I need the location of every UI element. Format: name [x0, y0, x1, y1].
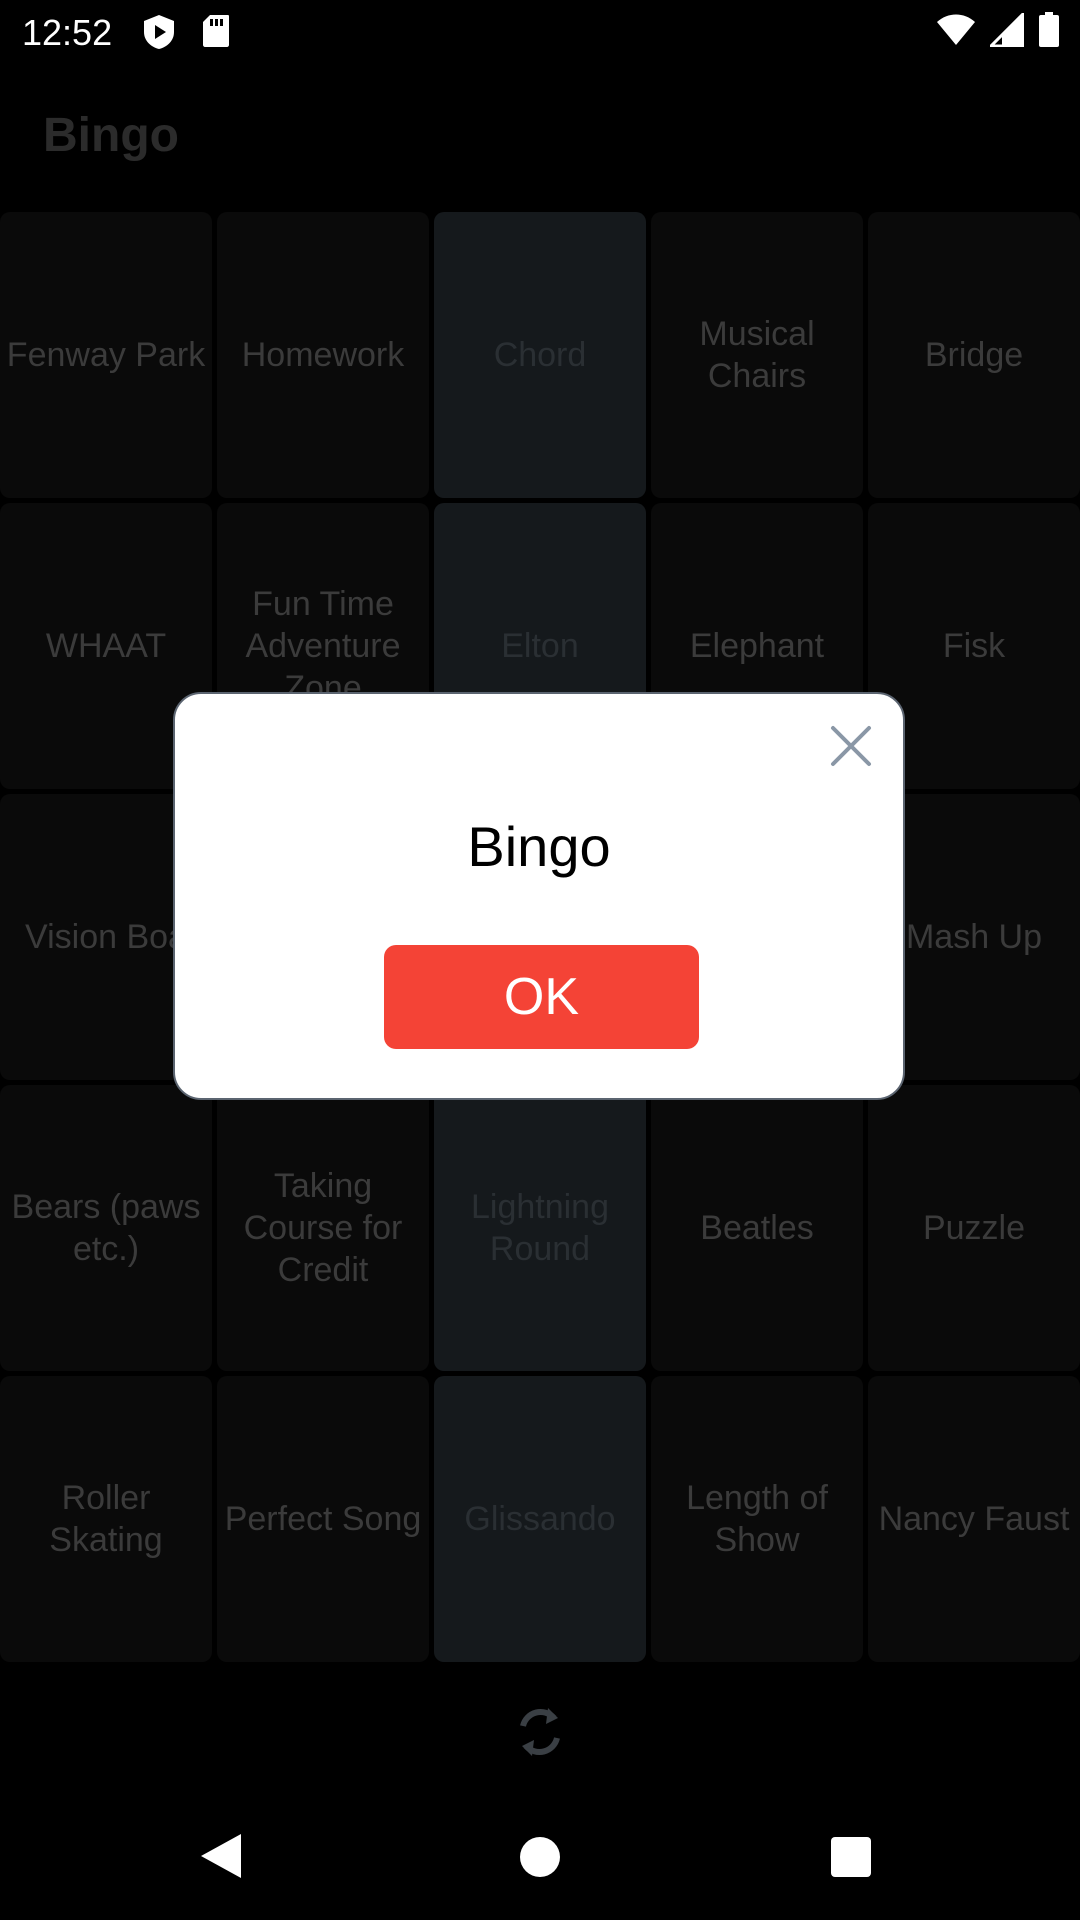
bingo-dialog: Bingo OK [173, 692, 905, 1100]
ok-button[interactable]: OK [384, 945, 699, 1049]
dialog-title: Bingo [467, 815, 611, 878]
close-icon[interactable] [829, 724, 873, 768]
